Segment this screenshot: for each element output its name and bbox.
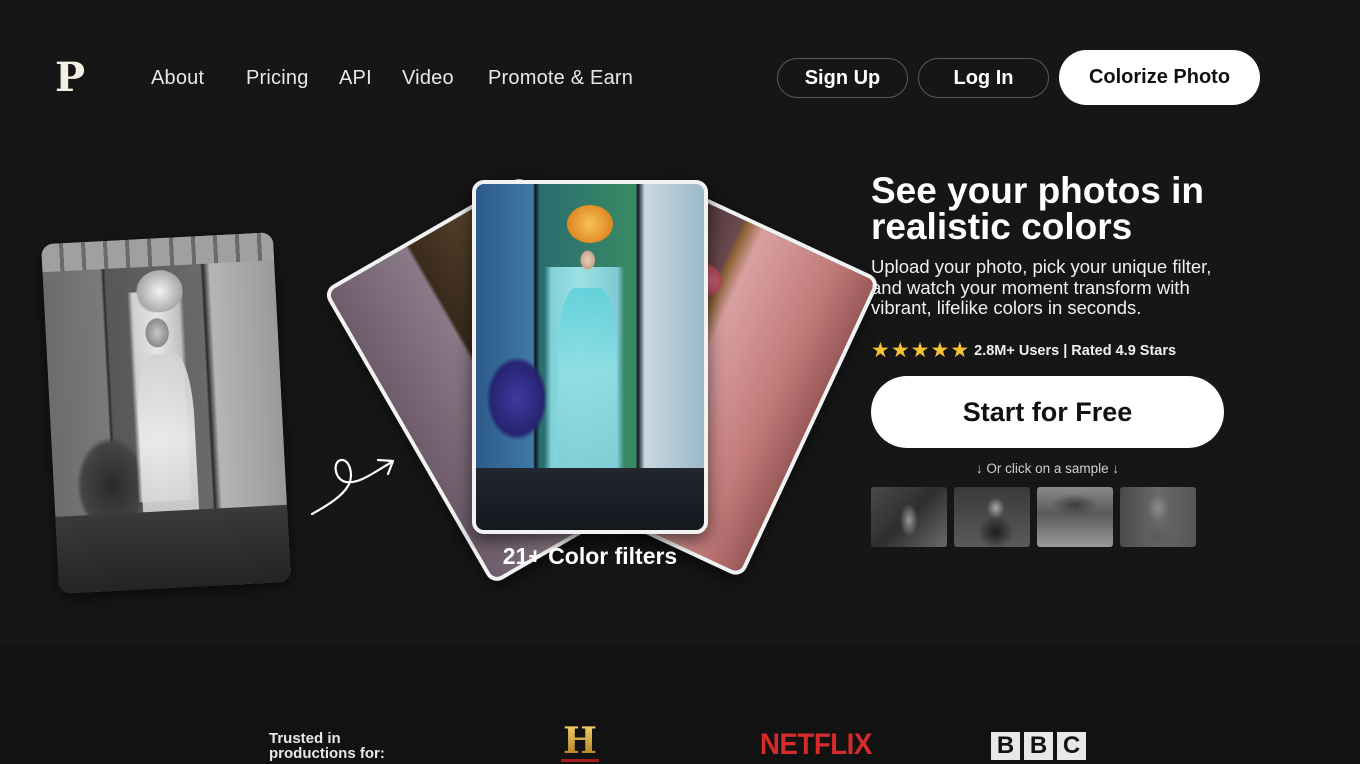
sample-garden-path[interactable] (1037, 487, 1113, 547)
bbc-letter: B (991, 732, 1020, 760)
trusted-label: Trusted in productions for: (269, 730, 385, 762)
star-icon: ★ (930, 339, 950, 362)
star-icon: ★ (910, 339, 930, 362)
sign-up-button[interactable]: Sign Up (777, 58, 908, 98)
photo-detail (135, 268, 184, 313)
bbc-letter: C (1057, 732, 1086, 760)
nav-api[interactable]: API (339, 67, 372, 90)
bbc-letter: B (1024, 732, 1053, 760)
nav-about[interactable]: About (151, 67, 204, 90)
photo-detail (476, 467, 704, 530)
star-icon: ★ (890, 339, 910, 362)
sample-man-desk[interactable] (954, 487, 1030, 547)
star-icon: ★ (950, 339, 970, 362)
nav-promote-earn[interactable]: Promote & Earn (488, 67, 633, 90)
nav-video[interactable]: Video (402, 67, 454, 90)
photo-detail (41, 232, 275, 273)
star-icon: ★ (871, 339, 890, 362)
rating-text: 2.8M+ Users | Rated 4.9 Stars (974, 342, 1177, 359)
photo-detail (567, 204, 613, 243)
filter-card-teal[interactable] (472, 180, 708, 534)
nav-pricing[interactable]: Pricing (246, 67, 309, 90)
sample-mother-children[interactable] (1120, 487, 1196, 547)
rating: ★ ★ ★ ★ ★ 2.8M+ Users | Rated 4.9 Stars (871, 340, 1176, 361)
original-bw-photo (41, 232, 291, 594)
arrow-doodle-icon (310, 458, 395, 516)
log-in-button[interactable]: Log In (918, 58, 1049, 98)
sample-woman-garden[interactable] (871, 487, 947, 547)
start-for-free-button[interactable]: Start for Free (871, 376, 1224, 448)
bbc-logo: B B C (991, 732, 1086, 760)
colorize-photo-button[interactable]: Colorize Photo (1059, 50, 1260, 105)
filters-caption: 21+ Color filters (502, 543, 678, 569)
photo-detail (55, 504, 291, 594)
hero-title: See your photos in realistic colors (871, 170, 1205, 247)
history-logo: H (561, 720, 599, 764)
sample-thumbnails (871, 487, 1196, 547)
brand-logo[interactable]: P (55, 58, 85, 98)
netflix-logo: NETFLIX (760, 728, 872, 761)
hero-subtitle: Upload your photo, pick your unique filt… (871, 256, 1212, 318)
sample-hint: ↓ Or click on a sample ↓ (975, 461, 1120, 476)
history-logo-glyph: H (562, 720, 597, 762)
lower-band (0, 645, 1360, 764)
